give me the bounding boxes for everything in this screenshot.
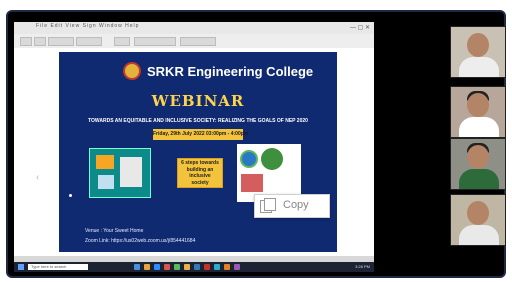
people-illustration [241,174,263,192]
participant-tile[interactable] [450,86,506,138]
slide-heading: WEBINAR [151,92,245,110]
participant-face [467,145,489,169]
taskbar-app-icon[interactable] [184,264,190,270]
taskbar-app-icon[interactable] [144,264,150,270]
toolbar-button[interactable] [20,37,32,46]
copy-label[interactable]: Copy [283,199,309,211]
copy-icon [260,198,276,213]
participant-face [467,33,489,57]
window-controls[interactable]: — ▢ ✕ [350,24,370,31]
taskbar-app-icon[interactable] [204,264,210,270]
toolbar-button[interactable] [134,37,176,46]
center-caption-box: 6 steps towards building an inclusive so… [177,158,223,188]
taskbar-app-icon[interactable] [164,264,170,270]
toolbar-button[interactable] [180,37,216,46]
bullet-dot [69,194,72,197]
taskbar-app-icon[interactable] [174,264,180,270]
taskbar-app-icon[interactable] [134,264,140,270]
taskbar-search[interactable]: Type here to search [28,264,88,270]
webinar-slide: SRKR Engineering College WEBINAR TOWARDS… [59,52,337,252]
taskbar-clock: 3:28 PM [355,264,370,269]
taskbar-app-icon[interactable] [194,264,200,270]
taskbar-app-icon[interactable] [214,264,220,270]
shared-screen: File Edit View Sign Window Help — ▢ ✕ ‹ … [14,22,374,270]
toolbar-button[interactable] [34,37,46,46]
start-icon[interactable] [18,264,24,270]
date-banner: Friday, 29th July 2022 03:00pm - 4:00pm [153,129,248,140]
venue-text: Venue : Your Sweet Home [85,228,144,234]
participant-tile[interactable] [450,26,506,78]
college-name: SRKR Engineering College [147,64,314,79]
previous-page-arrow-icon[interactable]: ‹ [36,172,39,183]
zoom-link-text[interactable]: Zoom Link: https://us02web.zoom.us/j/854… [85,238,195,244]
zoom-field[interactable] [114,37,130,46]
slide-tagline: TOWARDS AN EQUITABLE AND INCLUSIVE SOCIE… [88,118,308,124]
inclusion-illustration [89,148,151,198]
participant-body [459,225,499,245]
pdf-toolbar [14,34,374,49]
participant-tile[interactable] [450,138,506,190]
college-logo-icon [123,62,141,80]
participant-body [459,57,499,77]
participant-body [459,169,499,189]
participant-tile[interactable] [450,194,506,246]
globe-icon [240,150,258,168]
tree-icon [261,148,283,170]
taskbar-app-icon[interactable] [224,264,230,270]
taskbar-app-icon[interactable] [154,264,160,270]
toolbar-button[interactable] [48,37,74,46]
toolbar-button[interactable] [76,37,102,46]
taskbar-app-icon[interactable] [234,264,240,270]
participant-body [459,117,499,137]
participant-face [467,93,489,117]
windows-taskbar: Type here to search 3:28 PM [14,262,374,272]
participant-face [467,201,489,225]
copy-popup[interactable]: Copy [254,194,330,218]
pdf-menu-bar[interactable]: File Edit View Sign Window Help [36,23,139,29]
participant-gallery [450,26,506,270]
